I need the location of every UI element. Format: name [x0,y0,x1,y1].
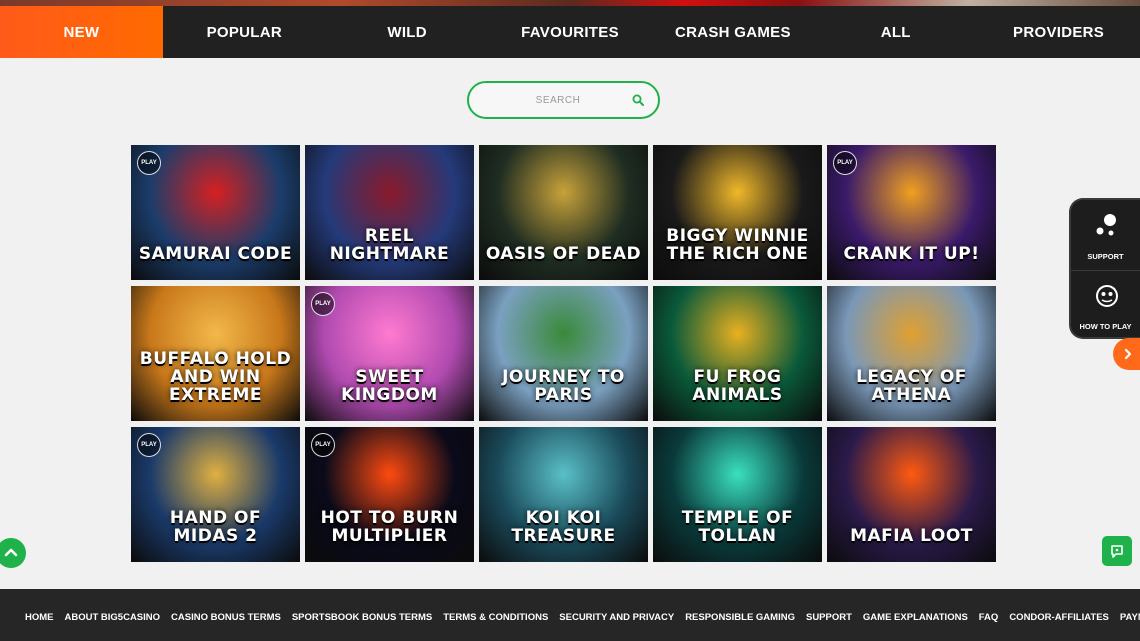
game-grid: PLAY SAMURAI CODE REEL NIGHTMARE OASIS OF D… [131,145,997,563]
footer-link[interactable]: GAME EXPLANATIONS [863,612,968,623]
play-badge-icon: PLAY [311,292,335,316]
mascot-icon [1096,285,1118,307]
game-title: LEGACY OF ATHENA [856,367,967,406]
tab-favourites[interactable]: FAVOURITES [489,6,652,58]
game-tile[interactable]: OASIS OF DEAD [479,145,648,280]
game-title: MAFIA LOOT [850,526,973,547]
game-title: BUFFALO HOLD AND WIN EXTREME [139,349,292,406]
side-panel-toggle[interactable] [1113,338,1140,370]
game-tile[interactable]: MAFIA LOOT [827,427,996,562]
game-title: SWEET KINGDOM [341,367,438,406]
scroll-to-top-button[interactable] [0,538,26,568]
search-icon[interactable] [632,94,644,106]
game-tile[interactable]: PLAY SWEET KINGDOM [305,286,474,421]
play-badge-icon: PLAY [137,151,161,175]
footer-link[interactable]: TERMS & CONDITIONS [443,612,548,623]
footer-link[interactable]: SPORTSBOOK BONUS TERMS [292,612,432,623]
game-tile[interactable]: PLAY HOT TO BURN MULTIPLIER [305,427,474,562]
game-title: JOURNEY TO PARIS [502,367,625,406]
search-input[interactable] [483,94,633,106]
chevron-up-icon [4,548,18,557]
footer-link[interactable]: FAQ [979,612,999,623]
tab-all[interactable]: ALL [814,6,977,58]
support-button[interactable]: SUPPORT [1071,200,1140,269]
tab-popular[interactable]: POPULAR [163,6,326,58]
category-nav: NEW POPULAR WILD FAVOURITES CRASH GAMES … [0,6,1140,58]
tab-providers[interactable]: PROVIDERS [977,6,1140,58]
footer-link[interactable]: CONDOR-AFFILIATES [1009,612,1109,623]
play-badge-icon: PLAY [311,433,335,457]
tab-new[interactable]: NEW [0,6,163,58]
support-icon [1096,214,1116,236]
game-tile[interactable]: JOURNEY TO PARIS [479,286,648,421]
how-to-play-label: HOW TO PLAY [1079,322,1132,331]
game-tile[interactable]: TEMPLE OF TOLLAN [653,427,822,562]
how-to-play-button[interactable]: HOW TO PLAY [1071,270,1140,339]
game-title: SAMURAI CODE [138,244,293,265]
game-tile[interactable]: REEL NIGHTMARE [305,145,474,280]
game-title: REEL NIGHTMARE [329,226,450,265]
game-title: TEMPLE OF TOLLAN [681,508,794,547]
support-label: SUPPORT [1087,252,1124,261]
game-tile[interactable]: FU FROG ANIMALS [653,286,822,421]
footer-link[interactable]: HOME [25,612,54,623]
search-box [467,81,660,119]
game-title: HAND OF MIDAS 2 [169,508,262,547]
live-chat-button[interactable] [1102,536,1132,566]
game-tile[interactable]: LEGACY OF ATHENA [827,286,996,421]
footer-link[interactable]: SECURITY AND PRIVACY [559,612,674,623]
game-tile[interactable]: PLAY SAMURAI CODE [131,145,300,280]
tab-wild[interactable]: WILD [326,6,489,58]
play-badge-icon: PLAY [833,151,857,175]
chat-icon [1111,545,1123,558]
game-title: HOT TO BURN MULTIPLIER [320,508,459,547]
footer-link[interactable]: CASINO BONUS TERMS [171,612,281,623]
footer-link[interactable]: SUPPORT [806,612,852,623]
game-tile[interactable]: BIGGY WINNIE THE RICH ONE [653,145,822,280]
chevron-right-icon [1124,348,1132,360]
game-tile[interactable]: PLAY HAND OF MIDAS 2 [131,427,300,562]
game-title: CRANK IT UP! [843,244,980,265]
footer-link[interactable]: RESPONSIBLE GAMING [685,612,795,623]
footer-link[interactable]: ABOUT BIG5CASINO [65,612,161,623]
footer-link[interactable]: PAYMENTS [1120,612,1140,623]
footer: HOME ABOUT BIG5CASINO CASINO BONUS TERMS SP… [0,589,1140,641]
game-tile[interactable]: PLAY CRANK IT UP! [827,145,996,280]
game-title: BIGGY WINNIE THE RICH ONE [666,226,809,265]
game-title: OASIS OF DEAD [485,244,642,265]
side-panel: SUPPORT HOW TO PLAY [1069,198,1140,339]
game-tile[interactable]: KOI KOI TREASURE [479,427,648,562]
footer-links: HOME ABOUT BIG5CASINO CASINO BONUS TERMS SP… [25,612,1140,623]
game-title: KOI KOI TREASURE [511,508,616,547]
game-title: FU FROG ANIMALS [692,367,783,406]
game-tile[interactable]: BUFFALO HOLD AND WIN EXTREME [131,286,300,421]
play-badge-icon: PLAY [137,433,161,457]
tab-crash-games[interactable]: CRASH GAMES [651,6,814,58]
